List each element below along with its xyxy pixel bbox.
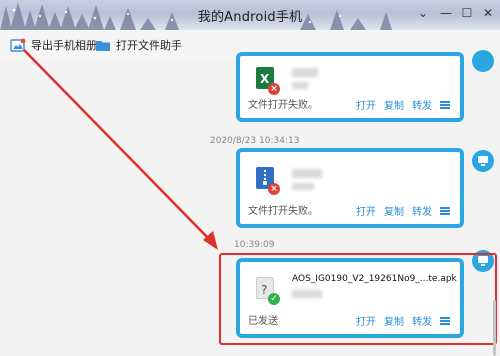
- scrollbar[interactable]: [493, 300, 496, 356]
- annotation-arrow: [23, 49, 218, 250]
